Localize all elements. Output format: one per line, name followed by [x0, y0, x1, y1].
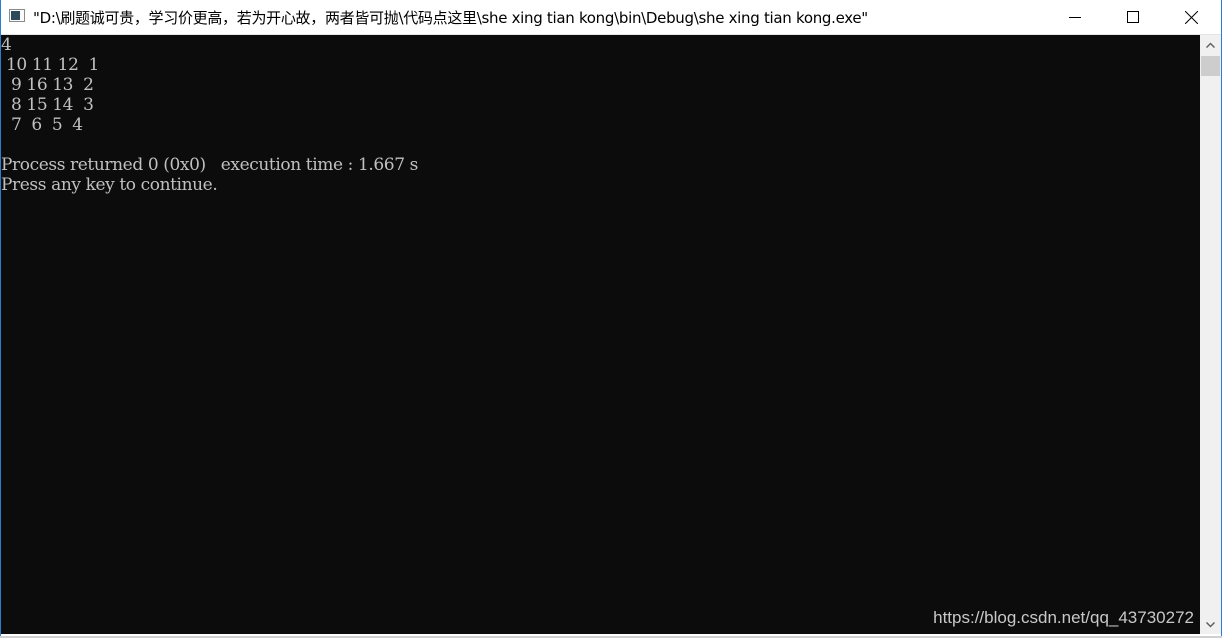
minimize-button[interactable]	[1046, 0, 1104, 34]
console-line: 10 11 12 1	[1, 55, 99, 75]
close-icon	[1184, 10, 1198, 24]
console-line	[1, 135, 1200, 155]
title-bar[interactable]: "D:\刷题诚可贵，学习价更高，若为开心故，两者皆可抛\代码点这里\she xi…	[1, 0, 1221, 35]
scroll-up-button[interactable]	[1200, 35, 1221, 54]
console-output-area[interactable]: 4 10 11 12 1 9 16 13 2 8 15 14 3 7 6 5 4…	[1, 35, 1200, 634]
scroll-thumb[interactable]	[1201, 56, 1220, 76]
console-line: Press any key to continue.	[1, 175, 218, 195]
console-line: Process returned 0 (0x0) execution time …	[1, 155, 418, 175]
scroll-down-button[interactable]	[1200, 615, 1221, 634]
console-line: 9 16 13 2	[1, 75, 94, 95]
minimize-icon	[1069, 17, 1081, 18]
console-window: "D:\刷题诚可贵，学习价更高，若为开心故，两者皆可抛\代码点这里\she xi…	[0, 0, 1222, 637]
maximize-button[interactable]	[1104, 0, 1162, 34]
console-line: 7 6 5 4	[1, 115, 83, 135]
vertical-scrollbar[interactable]	[1200, 35, 1221, 634]
console-app-icon[interactable]	[9, 9, 25, 22]
window-title: "D:\刷题诚可贵，学习价更高，若为开心故，两者皆可抛\代码点这里\she xi…	[33, 9, 868, 27]
chevron-down-icon	[1206, 621, 1215, 628]
watermark-text: https://blog.csdn.net/qq_43730272	[933, 608, 1194, 627]
console-line: 4	[1, 35, 12, 55]
close-button[interactable]	[1162, 0, 1220, 34]
chevron-up-icon	[1206, 41, 1215, 48]
console-line: 8 15 14 3	[1, 95, 94, 115]
maximize-icon	[1127, 11, 1139, 23]
